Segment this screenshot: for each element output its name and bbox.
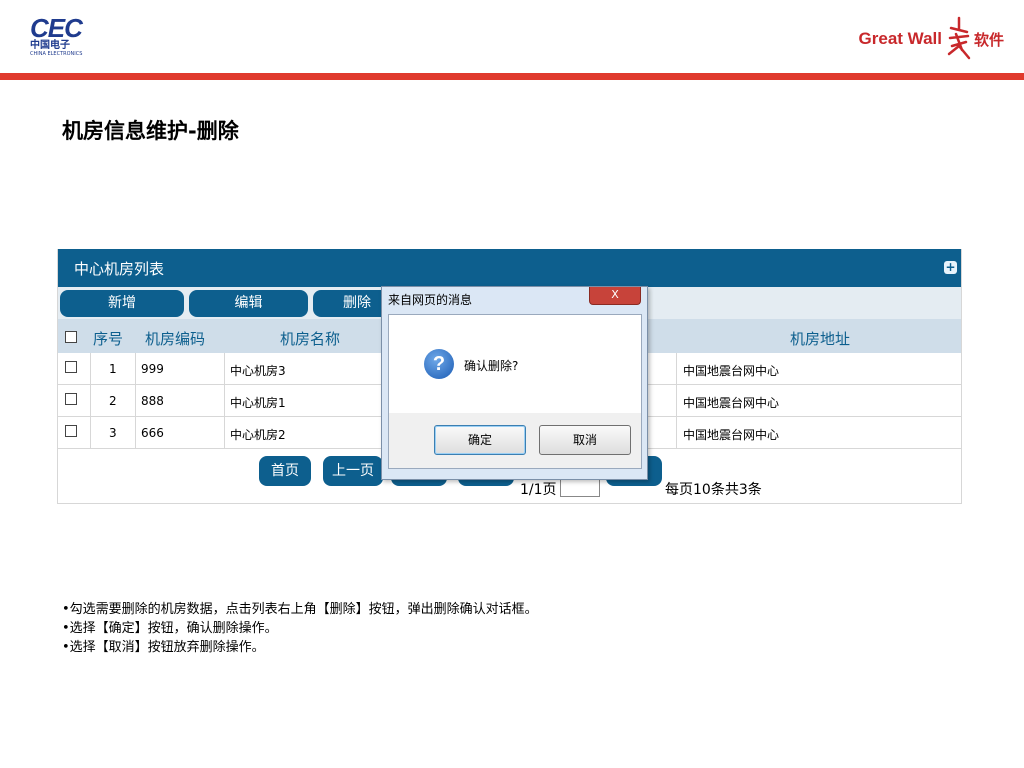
greatwall-logo: Great Wall 软件 (859, 14, 1004, 64)
page-number-input[interactable] (560, 477, 600, 497)
cec-logo-text: CEC (30, 13, 83, 43)
row-checkbox[interactable] (65, 425, 77, 437)
expand-plus-icon[interactable]: + (944, 261, 957, 274)
row-checkbox[interactable] (65, 393, 77, 405)
note-line: •选择【确定】按钮，确认删除操作。 (62, 621, 278, 636)
row-address: 中国地震台网中心 (683, 396, 780, 410)
col-name: 机房名称 (280, 330, 341, 348)
row-name: 中心机房1 (230, 396, 286, 410)
row-address: 中国地震台网中心 (683, 364, 780, 378)
row-no: 3 (109, 426, 117, 440)
column-divider (224, 353, 225, 449)
column-divider (90, 353, 91, 449)
col-no: 序号 (93, 330, 124, 348)
dialog-close-button[interactable]: X (589, 287, 641, 305)
cancel-button[interactable]: 取消 (539, 425, 631, 455)
cec-logo-en: CHINA ELECTRONICS (30, 51, 83, 57)
col-code: 机房编码 (145, 330, 206, 348)
col-address: 机房地址 (790, 330, 851, 348)
greatwall-logo-text: Great Wall (858, 29, 942, 48)
dialog-footer: 确定 取消 (388, 413, 642, 469)
greatwall-logo-cn: 软件 (973, 30, 1004, 49)
row-code: 999 (141, 362, 164, 376)
row-code: 666 (141, 426, 164, 440)
panel-header: 中心机房列表 + (58, 249, 961, 287)
instruction-notes: •勾选需要删除的机房数据，点击列表右上角【删除】按钮，弹出删除确认对话框。 •选… (62, 600, 538, 657)
confirm-button[interactable]: 确定 (434, 425, 526, 455)
column-divider (135, 353, 136, 449)
confirm-dialog: 来自网页的消息 X ? 确认删除? 确定 取消 (381, 286, 648, 480)
dialog-title: 来自网页的消息 (388, 293, 473, 307)
row-no: 1 (109, 362, 117, 376)
dialog-message: 确认删除? (464, 359, 519, 373)
note-line: •勾选需要删除的机房数据，点击列表右上角【删除】按钮，弹出删除确认对话框。 (62, 602, 538, 617)
page-title: 机房信息维护-删除 (62, 119, 239, 143)
row-name: 中心机房3 (230, 364, 286, 378)
cec-logo-cn: 中国电子 (30, 40, 70, 51)
question-icon: ? (424, 349, 454, 379)
dialog-body: ? 确认删除? (388, 314, 642, 414)
select-all-checkbox[interactable] (65, 331, 77, 343)
panel-title: 中心机房列表 (74, 260, 165, 278)
row-code: 888 (141, 394, 164, 408)
page-info: 1/1页 (520, 482, 557, 498)
first-page-button[interactable]: 首页 (259, 456, 311, 486)
note-line: •选择【取消】按钮放弃删除操作。 (62, 640, 265, 655)
edit-button[interactable]: 编辑 (189, 290, 308, 317)
row-name: 中心机房2 (230, 428, 286, 442)
cec-logo: CEC 中国电子 CHINA ELECTRONICS (30, 13, 100, 58)
row-address: 中国地震台网中心 (683, 428, 780, 442)
prev-page-button[interactable]: 上一页 (323, 456, 383, 486)
pager-summary: 每页10条共3条 (665, 482, 762, 498)
header-divider (0, 73, 1024, 80)
column-divider (676, 353, 677, 449)
greatwall-mark-icon (947, 16, 971, 60)
add-button[interactable]: 新增 (60, 290, 184, 317)
row-no: 2 (109, 394, 117, 408)
row-checkbox[interactable] (65, 361, 77, 373)
